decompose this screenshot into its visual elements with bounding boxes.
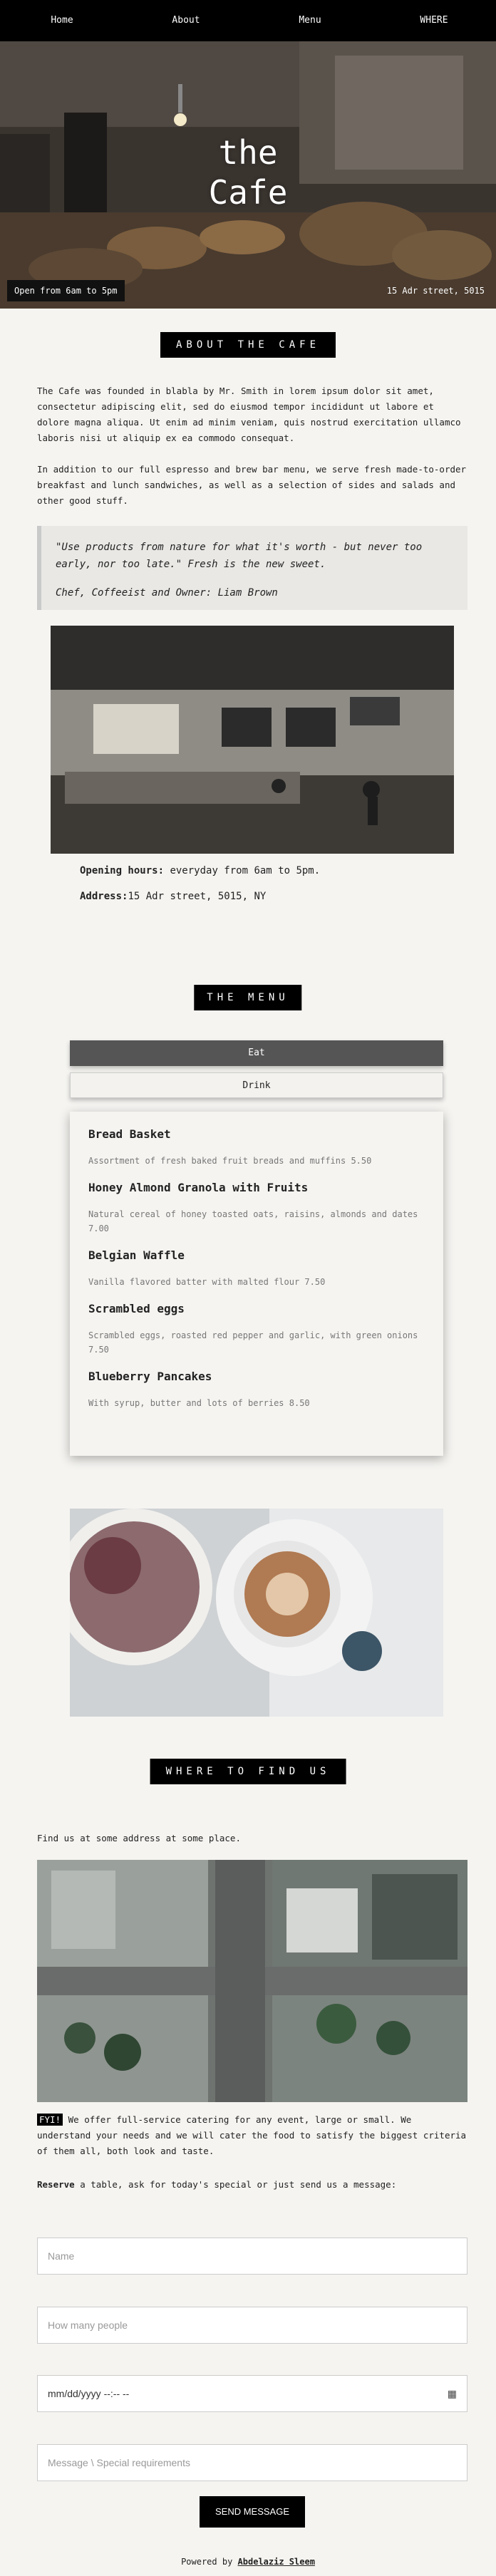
footer-prefix: Powered by xyxy=(181,2557,238,2567)
nav-home-link[interactable]: Home xyxy=(0,0,124,41)
menu-item-name: Honey Almond Granola with Fruits xyxy=(88,1181,309,1194)
owner-quote: "Use products from nature for what it's … xyxy=(37,526,467,610)
opening-hours-value: everyday from 6am to 5pm. xyxy=(164,865,321,876)
menu-item-desc: Vanilla flavored batter with malted flou… xyxy=(88,1277,326,1287)
coffee-photo xyxy=(70,1509,443,1717)
date-placeholder: mm/dd/yyyy --:-- -- xyxy=(48,2388,130,2399)
quote-text: "Use products from nature for what it's … xyxy=(56,542,423,570)
hero-title-line2: Cafe xyxy=(208,173,288,212)
menu-item-desc: Scrambled eggs, roasted red pepper and g… xyxy=(88,1330,418,1355)
address-value: 15 Adr street, 5015, NY xyxy=(128,891,267,902)
address-line: Address:15 Adr street, 5015, NY xyxy=(80,891,266,902)
name-placeholder: Name xyxy=(48,2250,75,2262)
menu-item: Scrambled eggs Scrambled eggs, roasted r… xyxy=(88,1302,425,1357)
top-navigation: Home About Menu WHERE xyxy=(0,0,496,41)
name-field[interactable]: Name xyxy=(37,2238,467,2275)
menu-item-name: Bread Basket xyxy=(88,1127,171,1141)
menu-item: Blueberry Pancakes With syrup, butter an… xyxy=(88,1370,425,1410)
aerial-street-photo xyxy=(37,1860,467,2102)
opening-hours-line: Opening hours: everyday from 6am to 5pm. xyxy=(80,865,320,876)
menu-item-name: Blueberry Pancakes xyxy=(88,1370,212,1383)
menu-item: Honey Almond Granola with Fruits Natural… xyxy=(88,1181,425,1236)
reserve-bold: Reserve xyxy=(37,2179,75,2190)
footer-author-link[interactable]: Abdelaziz Sleem xyxy=(238,2557,315,2567)
about-paragraph-2: In addition to our full espresso and bre… xyxy=(37,464,467,506)
hero-hours-badge: Open from 6am to 5pm xyxy=(7,280,125,301)
menu-item-name: Scrambled eggs xyxy=(88,1302,185,1315)
where-intro: Find us at some address at some place. xyxy=(37,1833,241,1843)
page: Home About Menu WHERE the Cafe Open from… xyxy=(0,0,496,2576)
message-placeholder: Message \ Special requirements xyxy=(48,2457,190,2468)
menu-item-desc: Assortment of fresh baked fruit breads a… xyxy=(88,1156,372,1166)
tab-drink[interactable]: Drink xyxy=(70,1072,443,1098)
about-paragraph-1: The Cafe was founded in blabla by Mr. Sm… xyxy=(37,386,461,443)
date-field[interactable]: mm/dd/yyyy --:-- -- ▦ xyxy=(37,2375,467,2412)
people-placeholder: How many people xyxy=(48,2319,128,2331)
hero-banner: the Cafe Open from 6am to 5pm 15 Adr str… xyxy=(0,41,496,309)
about-heading: ABOUT THE CAFE xyxy=(160,332,336,358)
cafe-interior-photo xyxy=(51,626,454,854)
people-field[interactable]: How many people xyxy=(37,2307,467,2344)
where-heading: WHERE TO FIND US xyxy=(150,1759,346,1784)
address-label: Address: xyxy=(80,891,128,902)
footer: Powered by Abdelaziz Sleem xyxy=(0,2557,496,2567)
hero-title: the Cafe xyxy=(0,133,496,212)
message-field[interactable]: Message \ Special requirements xyxy=(37,2444,467,2481)
menu-item-name: Belgian Waffle xyxy=(88,1248,185,1262)
reserve-text: a table, ask for today's special or just… xyxy=(74,2179,397,2190)
send-message-button[interactable]: SEND MESSAGE xyxy=(200,2496,305,2528)
menu-item-desc: Natural cereal of honey toasted oats, ra… xyxy=(88,1209,418,1233)
tab-eat[interactable]: Eat xyxy=(70,1040,443,1066)
menu-card: Bread Basket Assortment of fresh baked f… xyxy=(70,1112,443,1456)
fyi-tag: FYI! xyxy=(37,2114,63,2126)
opening-hours-label: Opening hours: xyxy=(80,865,165,876)
nav-menu-link[interactable]: Menu xyxy=(248,0,372,41)
menu-item: Belgian Waffle Vanilla flavored batter w… xyxy=(88,1248,425,1289)
hero-address-badge: 15 Adr street, 5015 xyxy=(386,286,485,296)
reserve-note: Reserve a table, ask for today's special… xyxy=(37,2177,467,2193)
hero-title-line1: the xyxy=(218,133,278,172)
nav-about-link[interactable]: About xyxy=(124,0,248,41)
menu-item-desc: With syrup, butter and lots of berries 8… xyxy=(88,1398,310,1408)
menu-item: Bread Basket Assortment of fresh baked f… xyxy=(88,1127,425,1168)
quote-author: Chef, Coffeeist and Owner: Liam Brown xyxy=(56,587,278,599)
catering-note: FYI! We offer full-service catering for … xyxy=(37,2112,467,2159)
nav-where-link[interactable]: WHERE xyxy=(372,0,496,41)
menu-heading: THE MENU xyxy=(194,985,302,1010)
catering-text: We offer full-service catering for any e… xyxy=(37,2114,467,2156)
calendar-icon[interactable]: ▦ xyxy=(448,2388,457,2400)
